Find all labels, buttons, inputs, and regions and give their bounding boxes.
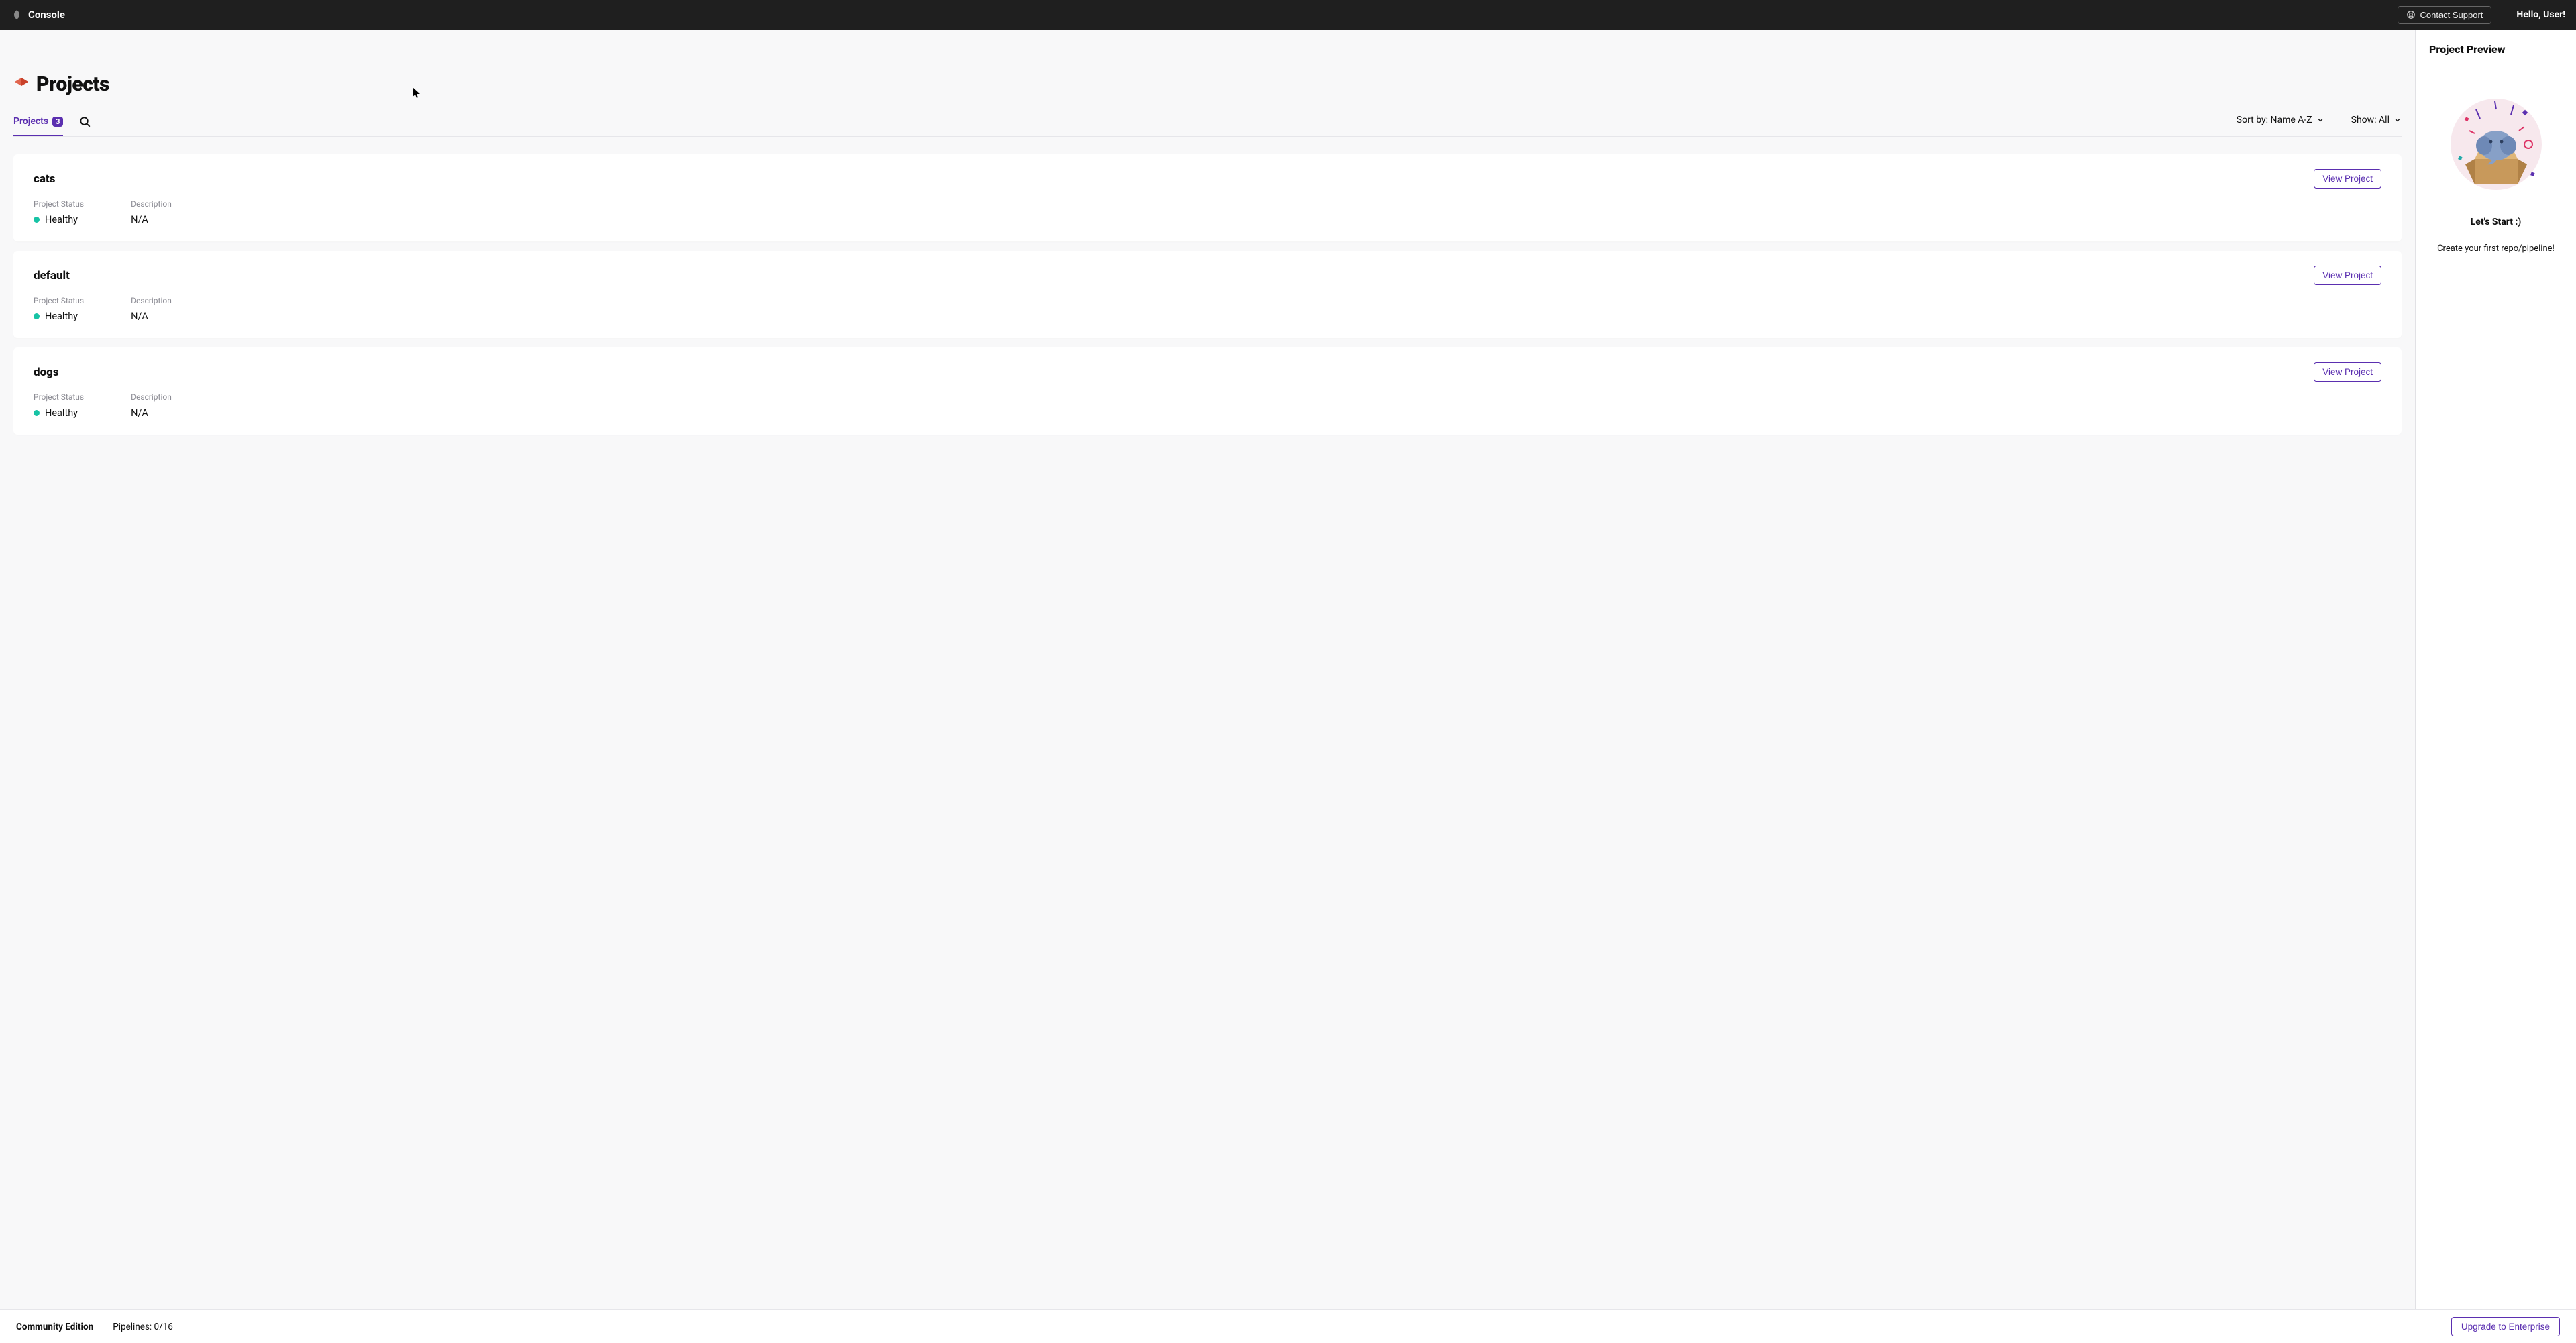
user-greeting[interactable]: Hello, User! bbox=[2516, 9, 2565, 20]
show-filter-label: Show: All bbox=[2351, 115, 2390, 125]
description-value: N/A bbox=[131, 311, 172, 322]
preview-illustration bbox=[2429, 68, 2563, 198]
field-label: Project Status bbox=[34, 296, 84, 305]
project-name: cats bbox=[34, 172, 55, 186]
status-value: Healthy bbox=[45, 407, 78, 419]
chevron-down-icon bbox=[2316, 116, 2324, 124]
view-project-button[interactable]: View Project bbox=[2314, 266, 2381, 285]
pipelines-count: Pipelines: 0/16 bbox=[113, 1322, 173, 1332]
topbar-right: Contact Support Hello, User! bbox=[2398, 6, 2565, 24]
project-description-field: Description N/A bbox=[131, 296, 172, 322]
sort-by-label: Sort by: Name A-Z bbox=[2237, 115, 2312, 125]
description-value: N/A bbox=[131, 407, 172, 419]
preview-hint-text: Create your first repo/pipeline! bbox=[2429, 244, 2563, 254]
footer: Community Edition Pipelines: 0/16 Upgrad… bbox=[0, 1309, 2576, 1343]
upgrade-button[interactable]: Upgrade to Enterprise bbox=[2451, 1317, 2560, 1336]
projects-icon bbox=[13, 76, 30, 93]
contact-support-label: Contact Support bbox=[2420, 10, 2483, 20]
show-filter-dropdown[interactable]: Show: All bbox=[2351, 115, 2402, 125]
tab-projects[interactable]: Projects 3 bbox=[13, 109, 63, 136]
tabs-row: Projects 3 Sort by: Name A-Z Sho bbox=[13, 109, 2402, 137]
brand-name: Console bbox=[28, 9, 65, 21]
preview-start-text: Let's Start :) bbox=[2429, 217, 2563, 227]
search-icon bbox=[79, 116, 91, 128]
tab-projects-label: Projects bbox=[13, 116, 48, 127]
edition-label: Community Edition bbox=[16, 1322, 93, 1332]
project-list: cats View Project Project Status Healthy… bbox=[13, 154, 2402, 435]
status-value: Healthy bbox=[45, 214, 78, 225]
page-title-row: Projects bbox=[13, 72, 2402, 96]
project-status-field: Project Status Healthy bbox=[34, 199, 84, 225]
status-dot-icon bbox=[34, 313, 40, 319]
projects-count-badge: 3 bbox=[52, 117, 63, 127]
page-title: Projects bbox=[36, 72, 109, 96]
view-project-button[interactable]: View Project bbox=[2314, 362, 2381, 382]
project-card: cats View Project Project Status Healthy… bbox=[13, 154, 2402, 241]
content-area: Projects Projects 3 Sort by: Name A-Z bbox=[0, 30, 2415, 1309]
topbar: Console Contact Support Hello, User! bbox=[0, 0, 2576, 30]
chevron-down-icon bbox=[2394, 116, 2402, 124]
life-buoy-icon bbox=[2406, 10, 2416, 19]
project-card: dogs View Project Project Status Healthy… bbox=[13, 347, 2402, 435]
sort-by-dropdown[interactable]: Sort by: Name A-Z bbox=[2237, 115, 2324, 125]
field-label: Description bbox=[131, 296, 172, 305]
contact-support-button[interactable]: Contact Support bbox=[2398, 6, 2491, 24]
project-status-field: Project Status Healthy bbox=[34, 296, 84, 322]
brand-logo-icon bbox=[11, 9, 23, 21]
search-button[interactable] bbox=[79, 111, 91, 135]
sort-controls: Sort by: Name A-Z Show: All bbox=[2237, 115, 2402, 131]
project-description-field: Description N/A bbox=[131, 392, 172, 419]
view-project-button[interactable]: View Project bbox=[2314, 169, 2381, 189]
status-dot-icon bbox=[34, 217, 40, 223]
project-description-field: Description N/A bbox=[131, 199, 172, 225]
project-status-field: Project Status Healthy bbox=[34, 392, 84, 419]
field-label: Description bbox=[131, 392, 172, 402]
project-card: default View Project Project Status Heal… bbox=[13, 251, 2402, 338]
description-value: N/A bbox=[131, 214, 172, 225]
project-preview-panel: Project Preview bbox=[2415, 30, 2576, 1309]
status-value: Healthy bbox=[45, 311, 78, 322]
field-label: Project Status bbox=[34, 392, 84, 402]
main: Projects Projects 3 Sort by: Name A-Z bbox=[0, 30, 2576, 1309]
brand[interactable]: Console bbox=[11, 9, 65, 21]
field-label: Description bbox=[131, 199, 172, 209]
upgrade-label: Upgrade to Enterprise bbox=[2461, 1322, 2550, 1332]
field-label: Project Status bbox=[34, 199, 84, 209]
status-dot-icon bbox=[34, 410, 40, 416]
project-name: default bbox=[34, 269, 70, 282]
project-name: dogs bbox=[34, 366, 59, 379]
preview-title: Project Preview bbox=[2429, 43, 2563, 56]
